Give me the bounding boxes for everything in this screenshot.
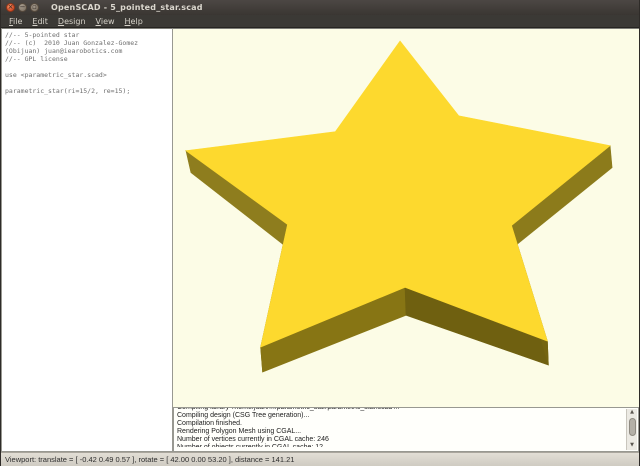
console-line: Compiling design (CSG Tree generation)..… <box>177 412 624 420</box>
code-line: parametric_star(ri=15/2, re=15); <box>5 87 172 95</box>
minimize-button[interactable]: − <box>18 3 27 12</box>
star-render <box>173 29 639 407</box>
openscad-window: × − ▫ OpenSCAD - 5_pointed_star.scad Fil… <box>0 0 640 466</box>
console-line: Number of vertices currently in CGAL cac… <box>177 436 624 444</box>
window-controls: × − ▫ <box>6 3 39 12</box>
menu-help[interactable]: Help <box>120 16 148 27</box>
scroll-up-icon[interactable]: ▲ <box>630 409 634 417</box>
viewport-status-text: Viewport: translate = [ -0.42 0.49 0.57 … <box>5 455 294 464</box>
main-area: //-- 5-pointed star//-- (c) 2010 Juan Go… <box>1 28 639 452</box>
maximize-button[interactable]: ▫ <box>30 3 39 12</box>
code-line <box>5 79 172 87</box>
titlebar[interactable]: × − ▫ OpenSCAD - 5_pointed_star.scad <box>1 0 639 15</box>
code-line: //-- (c) 2010 Juan Gonzalez-Gomez <box>5 39 172 47</box>
viewport-3d[interactable] <box>173 28 639 407</box>
console-output: Compiling library '/home/juan/.../parame… <box>177 407 624 447</box>
right-column: Compiling library '/home/juan/.../parame… <box>173 28 639 452</box>
code-line <box>5 63 172 71</box>
code-line: //-- 5-pointed star <box>5 31 172 39</box>
console-line: Rendering Polygon Mesh using CGAL... <box>177 428 624 436</box>
console-line: Number of objects currently in CGAL cach… <box>177 444 624 447</box>
console-panel[interactable]: Compiling library '/home/juan/.../parame… <box>173 407 639 452</box>
code-editor[interactable]: //-- 5-pointed star//-- (c) 2010 Juan Go… <box>1 28 173 452</box>
editor-code: //-- 5-pointed star//-- (c) 2010 Juan Go… <box>5 31 172 95</box>
scrollbar-thumb[interactable] <box>629 418 636 436</box>
window-title: OpenSCAD - 5_pointed_star.scad <box>51 3 203 12</box>
menu-design[interactable]: Design <box>53 16 91 27</box>
code-line: //-- GPL license <box>5 55 172 63</box>
menubar: File Edit Design View Help <box>1 15 639 28</box>
menu-edit[interactable]: Edit <box>27 16 53 27</box>
scroll-down-icon[interactable]: ▼ <box>630 442 634 450</box>
code-line: (Obijuan) juan@iearobotics.com <box>5 47 172 55</box>
menu-view[interactable]: View <box>91 16 120 27</box>
console-line: Compilation finished. <box>177 420 624 428</box>
statusbar: Viewport: translate = [ -0.42 0.49 0.57 … <box>1 452 639 466</box>
console-scrollbar[interactable]: ▲ ▼ <box>626 409 637 450</box>
code-line: use <parametric_star.scad> <box>5 71 172 79</box>
close-button[interactable]: × <box>6 3 15 12</box>
menu-file[interactable]: File <box>4 16 27 27</box>
